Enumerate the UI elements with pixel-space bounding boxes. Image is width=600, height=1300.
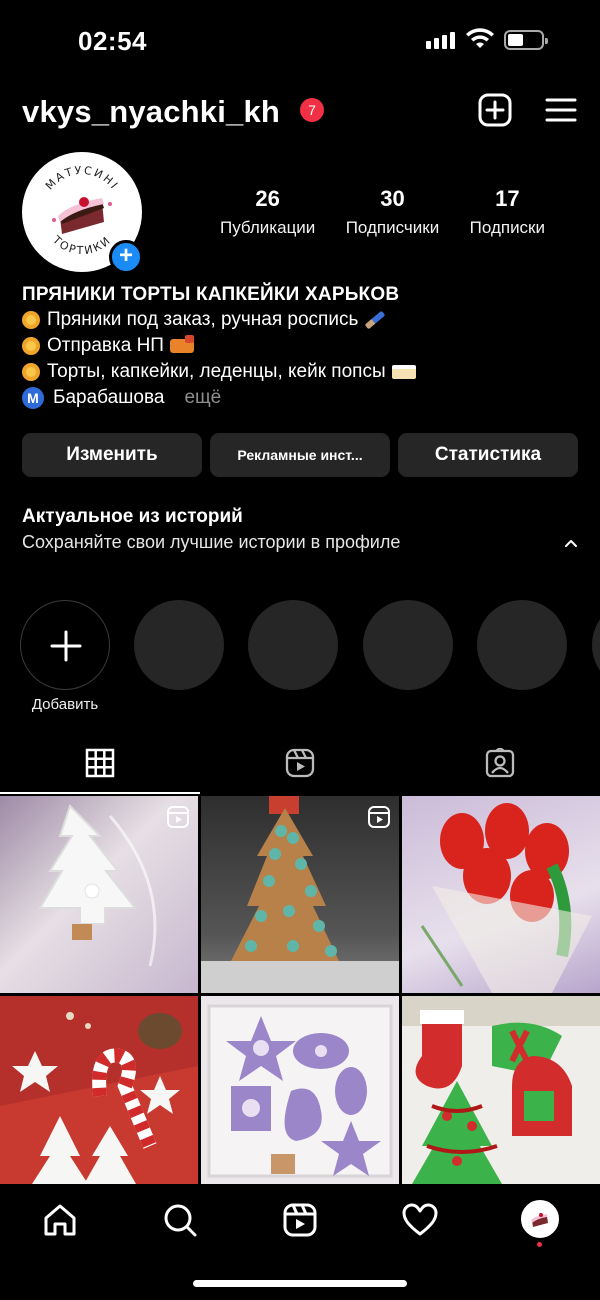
battery-icon	[504, 30, 548, 50]
highlight-placeholder	[477, 600, 567, 690]
avatar-text-top: МАТУСИНІ	[43, 164, 119, 193]
bio-line-text: Пряники под заказ, ручная роспись	[47, 309, 359, 330]
metro-icon: М	[22, 387, 44, 409]
notification-badge[interactable]: 7	[300, 98, 324, 122]
cake-slice-icon	[391, 365, 416, 379]
post-image	[402, 996, 600, 1184]
post-image	[207, 1004, 393, 1178]
bio-line: Торты, капкейки, леденцы, кейк попсы	[22, 360, 578, 384]
add-story-button[interactable]: +	[109, 240, 143, 274]
edit-profile-button[interactable]: Изменить	[22, 433, 202, 477]
sun-icon	[22, 363, 40, 381]
delivery-truck-icon	[169, 335, 194, 353]
reels-icon	[285, 748, 315, 778]
sun-icon	[22, 311, 40, 329]
tab-tagged[interactable]	[400, 740, 600, 794]
insights-button[interactable]: Статистика	[398, 433, 578, 477]
status-time: 02:54	[78, 26, 147, 56]
bio-line-text: Торты, капкейки, леденцы, кейк попсы	[47, 361, 386, 382]
stat-posts[interactable]: 26 Публикации	[220, 186, 315, 238]
highlights-row: Добавить	[20, 600, 600, 720]
highlight-placeholder	[363, 600, 453, 690]
stat-value: 17	[495, 186, 520, 211]
stat-label: Подписчики	[345, 218, 440, 237]
hamburger-menu-icon[interactable]	[543, 92, 579, 128]
reels-icon[interactable]	[280, 1200, 320, 1240]
profile-actions: Изменить Рекламные инст... Статистика	[22, 433, 578, 477]
post-thumbnail[interactable]	[201, 796, 399, 993]
avatar-logo-small	[523, 1202, 557, 1236]
svg-text:ТОРТИКИ: ТОРТИКИ	[49, 233, 114, 257]
home-icon[interactable]	[40, 1200, 80, 1240]
reel-badge-icon	[167, 806, 189, 828]
stat-label: Публикации	[220, 218, 316, 237]
bio-line: Отправка НП	[22, 334, 578, 358]
home-indicator	[193, 1280, 407, 1287]
profile-tabs	[0, 740, 600, 794]
tab-reels[interactable]	[200, 740, 400, 794]
status-bar: 02:54	[0, 0, 600, 80]
sun-icon	[22, 337, 40, 355]
post-image	[0, 996, 198, 1184]
stat-label: Подписки	[469, 218, 545, 237]
wifi-icon	[466, 28, 494, 48]
posts-grid	[0, 796, 600, 1193]
ad-tools-button[interactable]: Рекламные инст...	[210, 433, 390, 477]
reel-badge-icon	[368, 806, 390, 828]
paintbrush-icon	[365, 310, 386, 330]
bio-more-link[interactable]: ещё	[184, 386, 221, 410]
post-image	[420, 803, 592, 993]
grid-icon	[85, 748, 115, 778]
post-thumbnail[interactable]	[0, 796, 198, 993]
stat-followers[interactable]: 30 Подписчики	[346, 186, 440, 238]
highlight-placeholder	[592, 600, 600, 690]
bio-location-line: М Барабашова ещё	[22, 386, 578, 410]
add-highlight-button[interactable]	[20, 600, 110, 690]
profile-bio: ПРЯНИКИ ТОРТЫ КАПКЕЙКИ ХАРЬКОВ Пряники п…	[22, 284, 578, 410]
post-thumbnail[interactable]	[201, 996, 399, 1193]
tab-posts-grid[interactable]	[0, 740, 200, 794]
username[interactable]: vkys_nyachki_kh	[22, 94, 280, 130]
profile-notification-dot	[537, 1242, 542, 1247]
plus-icon	[50, 630, 82, 662]
post-thumbnail[interactable]	[402, 996, 600, 1193]
chevron-up-icon[interactable]	[562, 534, 580, 552]
cellular-signal-icon	[426, 32, 455, 49]
tagged-icon	[485, 748, 515, 778]
bio-line-text: Отправка НП	[47, 335, 164, 356]
post-thumbnail[interactable]	[0, 996, 198, 1193]
stat-value: 26	[255, 186, 280, 211]
add-post-icon[interactable]	[477, 92, 513, 128]
highlight-placeholder	[134, 600, 224, 690]
stat-following[interactable]: 17 Подписки	[470, 186, 545, 238]
highlight-placeholder	[248, 600, 338, 690]
bio-line: Пряники под заказ, ручная роспись	[22, 308, 578, 332]
profile-stats: 26 Публикации 30 Подписчики 17 Подписки	[220, 186, 545, 238]
svg-text:МАТУСИНІ: МАТУСИНІ	[43, 164, 121, 193]
highlights-subtitle: Сохраняйте свои лучшие истории в профиле	[22, 532, 401, 552]
bio-name: ПРЯНИКИ ТОРТЫ КАПКЕЙКИ ХАРЬКОВ	[22, 284, 400, 305]
heart-icon[interactable]	[400, 1200, 440, 1240]
highlights-title: Актуальное из историй	[22, 506, 243, 527]
post-thumbnail[interactable]	[402, 796, 600, 993]
profile-header: vkys_nyachki_kh 7	[22, 90, 578, 136]
add-highlight-label: Добавить	[31, 696, 99, 713]
bio-location: Барабашова	[53, 387, 165, 408]
avatar-text-bottom: ТОРТИКИ	[49, 233, 112, 257]
stat-value: 30	[380, 186, 405, 211]
search-icon[interactable]	[160, 1200, 200, 1240]
profile-avatar-nav[interactable]	[521, 1200, 559, 1238]
